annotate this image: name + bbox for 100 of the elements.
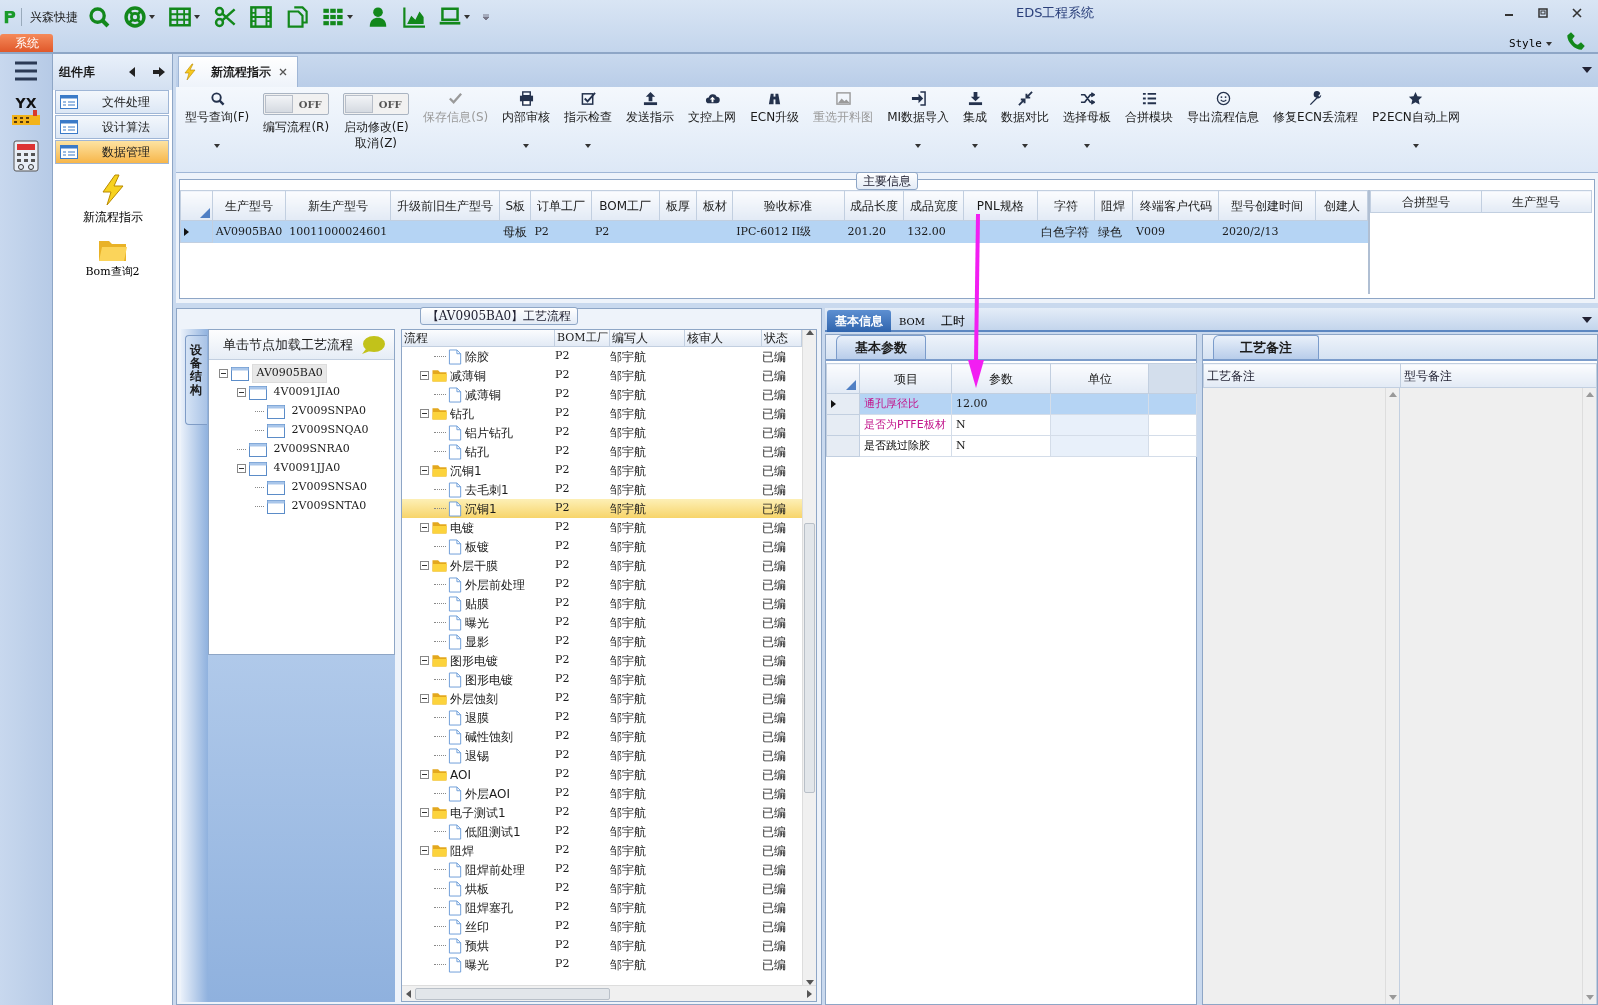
column-header[interactable]: 核审人 — [685, 330, 762, 346]
factory-logo[interactable]: YX — [11, 96, 41, 126]
process-row[interactable]: 阻焊塞孔 P2 邹宇航 已编 — [402, 898, 802, 917]
process-row[interactable]: 沉铜1 P2 邹宇航 已编 — [402, 499, 802, 518]
process-row[interactable]: 电镀 P2 邹宇航 已编 — [402, 518, 802, 537]
tab[interactable]: 工时 — [933, 310, 973, 332]
table-cell[interactable]: N — [951, 435, 1051, 457]
tree-node[interactable]: 2V009SNSA0 — [288, 479, 371, 496]
process-row[interactable]: 外层AOI P2 邹宇航 已编 — [402, 784, 802, 803]
collapse-icon[interactable] — [420, 409, 429, 418]
toolbar-button[interactable]: 文控上网 — [681, 87, 744, 171]
process-row[interactable]: 外层蚀刻 P2 邹宇航 已编 — [402, 689, 802, 708]
process-row[interactable]: 外层干膜 P2 邹宇航 已编 — [402, 556, 802, 575]
toolbar-button[interactable]: 型号查询(F) — [178, 87, 257, 171]
process-row[interactable]: 曝光 P2 邹宇航 已编 — [402, 613, 802, 632]
column-header[interactable]: PNL规格 — [963, 190, 1038, 221]
tree-node[interactable]: 2V009SNQA0 — [288, 422, 372, 439]
process-row[interactable]: 除胶 P2 邹宇航 已编 — [402, 347, 802, 366]
process-row[interactable]: 贴膜 P2 邹宇航 已编 — [402, 594, 802, 613]
toolbar-button[interactable]: 选择母板 — [1056, 87, 1119, 171]
collapse-icon[interactable] — [420, 561, 429, 570]
process-row[interactable]: 钻孔 P2 邹宇航 已编 — [402, 442, 802, 461]
restore-icon[interactable] — [1538, 8, 1548, 18]
collapse-icon[interactable] — [420, 371, 429, 380]
column-header[interactable]: 成品宽度 — [903, 190, 964, 221]
column-header[interactable]: 订单工厂 — [530, 190, 592, 221]
scrollbar[interactable] — [1385, 388, 1399, 1004]
process-row[interactable]: 板镀 P2 邹宇航 已编 — [402, 537, 802, 556]
collapse-icon[interactable] — [420, 770, 429, 779]
process-row[interactable]: 烘板 P2 邹宇航 已编 — [402, 879, 802, 898]
process-row[interactable]: 退膜 P2 邹宇航 已编 — [402, 708, 802, 727]
left-arrow-icon[interactable] — [128, 67, 136, 77]
collapse-icon[interactable] — [420, 523, 429, 532]
collapse-icon[interactable] — [420, 846, 429, 855]
row-header[interactable] — [180, 220, 213, 243]
process-row[interactable]: 曝光 P2 邹宇航 已编 — [402, 955, 802, 974]
process-row[interactable]: 沉铜1 P2 邹宇航 已编 — [402, 461, 802, 480]
style-menu[interactable]: Style — [1508, 35, 1552, 52]
column-header[interactable]: 板厚 — [659, 190, 697, 221]
collapse-icon[interactable] — [237, 464, 247, 473]
collapse-icon[interactable] — [237, 388, 247, 397]
process-row[interactable]: 去毛刺1 P2 邹宇航 已编 — [402, 480, 802, 499]
grid-icon[interactable] — [322, 6, 344, 28]
collapse-icon[interactable] — [420, 466, 429, 475]
tree-node[interactable]: AV0905BA0 — [252, 364, 327, 383]
phone-icon[interactable] — [1566, 31, 1586, 51]
process-row[interactable]: 减薄铜 P2 邹宇航 已编 — [402, 366, 802, 385]
document-tab[interactable]: 新流程指示 — [178, 56, 298, 87]
column-header[interactable]: 型号备注 — [1400, 363, 1597, 388]
column-header[interactable]: BOM工厂 — [555, 330, 610, 346]
launcher-button[interactable]: 新流程指示 — [53, 173, 172, 227]
column-header[interactable]: 验收标准 — [732, 190, 844, 221]
nav-item[interactable]: 文件处理 — [55, 90, 169, 114]
column-header[interactable]: 终端客户代码 — [1132, 190, 1219, 221]
process-row[interactable]: 外层前处理 P2 邹宇航 已编 — [402, 575, 802, 594]
process-row[interactable]: 图形电镀 P2 邹宇航 已编 — [402, 670, 802, 689]
calculator-icon[interactable] — [12, 140, 40, 172]
column-header[interactable]: 型号创建时间 — [1218, 190, 1316, 221]
dock-icon[interactable] — [152, 66, 166, 78]
column-header[interactable]: 板材 — [696, 190, 733, 221]
panel-tab[interactable]: 基本参数 — [836, 334, 926, 359]
laptop-icon[interactable] — [439, 6, 461, 28]
side-tab[interactable]: 设备结构 — [185, 335, 207, 425]
column-header[interactable]: 编写人 — [610, 330, 685, 346]
nav-item[interactable]: 数据管理 — [55, 140, 169, 164]
toolbar-button[interactable]: 发送指示 — [619, 87, 682, 171]
column-header[interactable]: 字符 — [1037, 190, 1095, 221]
toolbar-button[interactable]: 导出流程信息 — [1180, 87, 1267, 171]
column-header[interactable]: 流程 — [402, 330, 555, 346]
toolbar-button[interactable]: P2ECN自动上网 — [1365, 87, 1467, 171]
row-header[interactable] — [826, 393, 860, 415]
process-row[interactable]: AOI P2 邹宇航 已编 — [402, 765, 802, 784]
close-icon[interactable] — [1572, 8, 1582, 18]
tree-node[interactable]: 2V009SNPA0 — [288, 403, 369, 420]
toolbar-button[interactable]: 数据对比 — [994, 87, 1057, 171]
column-header[interactable]: 成品长度 — [844, 190, 904, 221]
process-row[interactable]: 退锡 P2 邹宇航 已编 — [402, 746, 802, 765]
nav-item[interactable]: 设计算法 — [55, 115, 169, 139]
panel-tab[interactable]: 工艺备注 — [1213, 334, 1319, 359]
process-row[interactable]: 预烘 P2 邹宇航 已编 — [402, 936, 802, 955]
scrollbar[interactable] — [802, 330, 816, 985]
process-row[interactable]: 显影 P2 邹宇航 已编 — [402, 632, 802, 651]
lifebuoy-icon[interactable] — [124, 6, 146, 28]
scrollbar[interactable] — [402, 985, 816, 1001]
launcher-button[interactable]: Bom查询2 — [53, 235, 172, 282]
column-header[interactable]: 阻焊 — [1094, 190, 1133, 221]
process-row[interactable]: 碱性蚀刻 P2 邹宇航 已编 — [402, 727, 802, 746]
process-row[interactable]: 电子测试1 P2 邹宇航 已编 — [402, 803, 802, 822]
process-row[interactable]: 减薄铜 P2 邹宇航 已编 — [402, 385, 802, 404]
tab[interactable]: BOM — [891, 310, 933, 332]
close-icon[interactable] — [279, 68, 287, 76]
tab[interactable]: 基本信息 — [827, 310, 891, 332]
tree-node[interactable]: 2V009SNRA0 — [270, 441, 353, 458]
toolbar-button[interactable]: 内部审核 — [495, 87, 558, 171]
customize-icon[interactable] — [482, 13, 490, 21]
column-header[interactable]: 升级前旧生产型号 — [390, 190, 500, 221]
dropdown-icon[interactable] — [1582, 67, 1592, 73]
column-header[interactable]: 工艺备注 — [1203, 363, 1400, 388]
tree-node[interactable]: 4V0091JJA0 — [270, 460, 344, 477]
menu-icon[interactable] — [14, 60, 38, 82]
